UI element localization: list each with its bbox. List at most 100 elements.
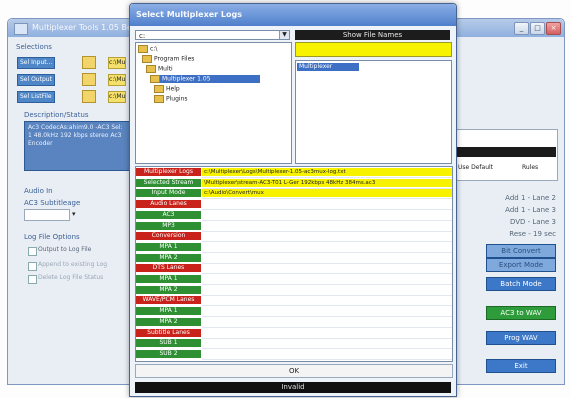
select-input-button[interactable]: Sel Input... [17, 57, 55, 69]
grid-row-label: MP3 [136, 221, 201, 230]
grid-row-value[interactable] [202, 232, 452, 240]
minimize-button[interactable]: _ [514, 22, 529, 35]
grid-row-label: Multiplexer Logs [136, 168, 201, 176]
file-icon [82, 73, 96, 86]
grid-row-value[interactable] [202, 350, 452, 358]
status-bar: Invalid [135, 382, 451, 393]
drive-select[interactable]: c: ▼ [135, 30, 290, 40]
folder-icon [138, 45, 148, 53]
tree-item-label: Plugins [166, 95, 188, 103]
lane-label: Add 1 - Lane 2 [505, 194, 556, 202]
chevron-down-icon[interactable]: ▼ [279, 31, 289, 39]
dialog-title: Select Multiplexer Logs [136, 10, 242, 19]
tree-item[interactable]: Multi [146, 65, 173, 73]
close-button[interactable]: × [546, 22, 561, 35]
ac3-select[interactable] [24, 209, 70, 221]
app-icon [14, 23, 28, 35]
folder-open-icon [150, 75, 160, 83]
grid-row-value[interactable] [202, 318, 452, 326]
grid-row-label: Audio Lanes [136, 200, 201, 209]
grid-row-value[interactable] [202, 286, 452, 294]
lane-label: Add 1 - Lane 3 [505, 206, 556, 214]
grid-row-label: WAVE/PCM Lanes [136, 296, 201, 305]
grid-row-value[interactable] [202, 211, 452, 219]
grid-row-label: MPA 1 [136, 275, 201, 283]
tab-rules[interactable]: Rules [522, 164, 538, 171]
drive-value: c: [139, 32, 146, 40]
tree-item[interactable]: c:\ [138, 45, 157, 53]
grid-row-value[interactable]: \Multiplexer\stream-AC3-T01 L-Ger 192kbp… [202, 178, 452, 187]
folder-icon [142, 55, 152, 63]
show-file-names-button[interactable]: Show File Names [295, 30, 450, 40]
tree-item-selected[interactable]: Multiplexer 1.05 [150, 75, 260, 83]
grid-row-value[interactable] [202, 254, 452, 262]
grid-row-label: Selected Stream [136, 178, 201, 187]
grid-row-label: SUB 1 [136, 339, 201, 348]
tab-use-default[interactable]: Use Default [458, 164, 493, 171]
dropdown-arrow-icon[interactable]: ▾ [72, 210, 76, 218]
grid-row-label: MPA 2 [136, 317, 201, 326]
tree-item-label: c:\ [150, 45, 158, 53]
grid-row-label: Conversion [136, 232, 201, 241]
grid-row-label: SUB 2 [136, 349, 201, 358]
grid-row-value[interactable]: c:\Audio\Convert\mux [202, 189, 452, 198]
delete-log-checkbox[interactable] [28, 275, 37, 284]
file-icon [82, 90, 96, 103]
file-icon [82, 56, 96, 69]
tree-item-label: Multi [158, 65, 173, 73]
input-path-field[interactable]: c:\Multiplexer\ [108, 57, 126, 69]
tree-item-label: Help [166, 85, 180, 93]
file-list[interactable]: Multiplexer [295, 60, 452, 164]
tree-item-label: Program Files [154, 55, 195, 63]
append-log-checkbox[interactable] [28, 262, 37, 271]
output-path-field[interactable]: c:\Multiplexer\ [108, 74, 126, 86]
bit-convert-button[interactable]: Bit Convert [486, 244, 556, 258]
dialog-titlebar[interactable]: Select Multiplexer Logs [130, 4, 456, 26]
grid-row-value[interactable] [202, 264, 452, 272]
grid-row-value[interactable] [202, 200, 452, 208]
maximize-button[interactable]: □ [530, 22, 545, 35]
selections-label: Selections [16, 43, 52, 51]
exit-button[interactable]: Exit [486, 359, 556, 373]
ac3-to-wav-button[interactable]: AC3 to WAV [486, 306, 556, 320]
lane-label: Rese - 19 sec [509, 230, 556, 238]
tree-item[interactable]: Help [154, 85, 180, 93]
grid-row-value[interactable] [202, 307, 452, 315]
folder-icon [146, 65, 156, 73]
lane-label: DVD - Lane 3 [509, 218, 556, 226]
log-grid[interactable]: Multiplexer Logs c:\Multiplexer\Logs\Mult… [135, 166, 453, 362]
delete-log-label: Delete Log File Status [38, 274, 104, 281]
grid-row-label: DTS Lanes [136, 264, 201, 273]
ac3-subtitle-label: AC3 Subtitleage [24, 199, 81, 207]
grid-row-value[interactable]: c:\Multiplexer\Logs\Multiplexer-1.05-ac3… [202, 168, 452, 176]
grid-row-label: MPA 2 [136, 285, 201, 294]
grid-row-value[interactable] [202, 329, 452, 337]
file-list-item[interactable]: Multiplexer [297, 63, 359, 71]
grid-row-value[interactable] [202, 222, 452, 230]
grid-row-divider [202, 358, 452, 360]
log-checkbox[interactable] [28, 247, 37, 256]
grid-row-label: MPA 1 [136, 242, 201, 251]
grid-row-value[interactable] [202, 275, 452, 283]
file-filter-field[interactable] [295, 42, 452, 57]
prog-wav-button[interactable]: Prog WAV [486, 331, 556, 345]
grid-row-label: Subtitle Lanes [136, 328, 201, 337]
ok-button[interactable]: OK [135, 364, 453, 378]
listfile-path-field[interactable]: c:\Multiplexer\ [108, 91, 126, 103]
tree-item-label: Multiplexer 1.05 [162, 75, 211, 83]
grid-row-label: AC3 [136, 210, 201, 219]
grid-row-value[interactable] [202, 339, 452, 347]
select-listfile-button[interactable]: Sel ListFile [17, 91, 55, 103]
batch-mode-button[interactable]: Batch Mode [486, 277, 556, 291]
select-output-button[interactable]: Sel Output [17, 74, 55, 86]
audio-in-label: Audio In [24, 187, 53, 195]
export-mode-button[interactable]: Export Mode [486, 258, 556, 272]
grid-row-value[interactable] [202, 296, 452, 304]
grid-row-value[interactable] [202, 243, 452, 251]
folder-tree[interactable]: c:\ Program Files Multi Multiplexer 1.05… [135, 42, 292, 164]
tree-item[interactable]: Plugins [154, 95, 188, 103]
description-label: Description/Status [24, 111, 89, 119]
tree-item[interactable]: Program Files [142, 55, 194, 63]
folder-icon [154, 95, 164, 103]
grid-row-label: MPA 2 [136, 253, 201, 262]
